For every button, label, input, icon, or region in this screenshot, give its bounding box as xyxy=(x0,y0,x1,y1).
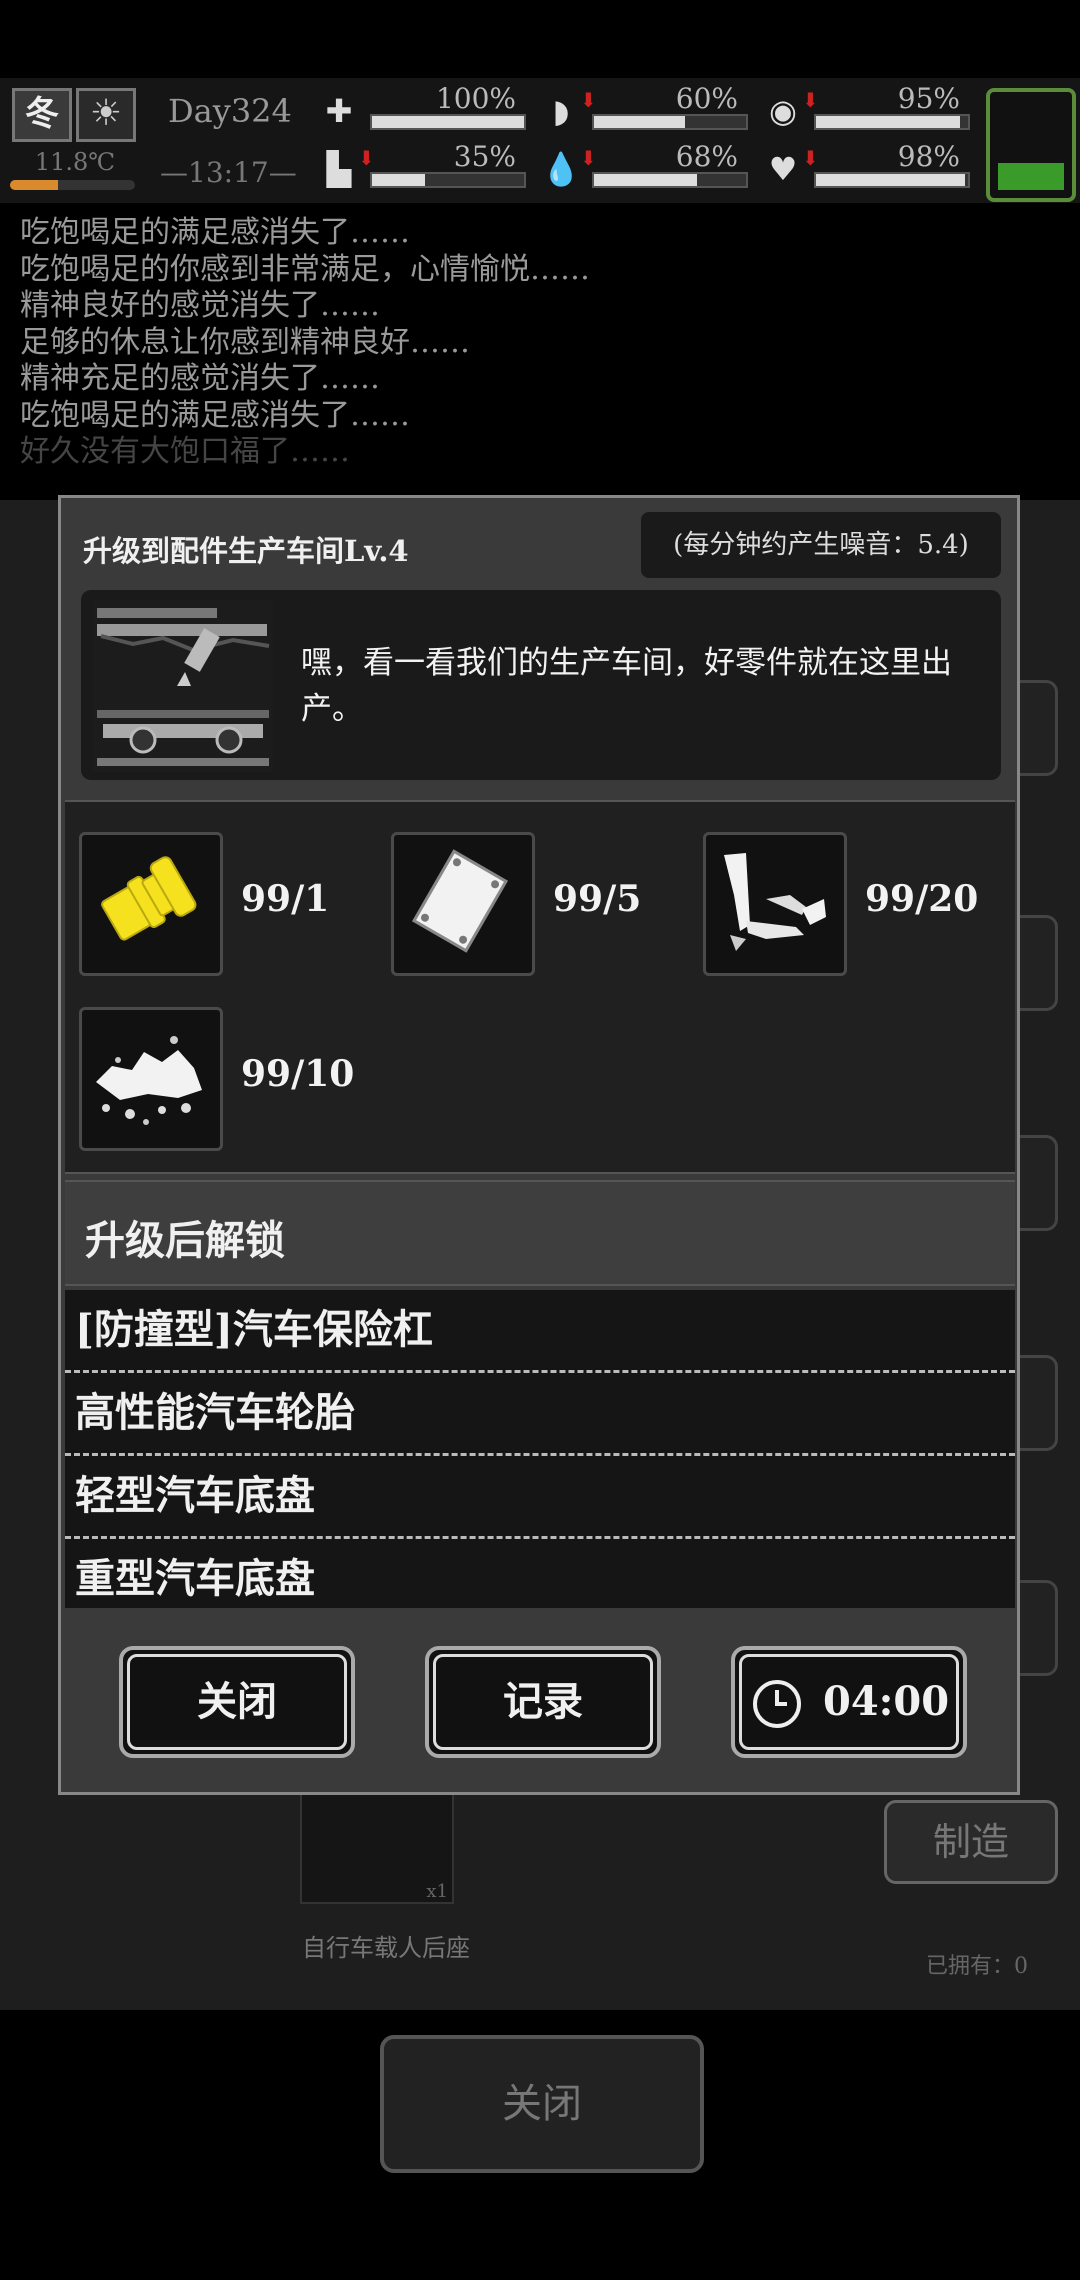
stat-stamina: ▙ ⬇ 35% xyxy=(318,140,528,196)
day-counter: Day324 xyxy=(168,92,292,130)
list-item: 高性能汽车轮胎 xyxy=(65,1373,1015,1456)
record-button[interactable]: 记录 xyxy=(425,1646,661,1758)
list-item: [防撞型]汽车保险杠 xyxy=(65,1290,1015,1373)
bolt-icon xyxy=(79,832,223,976)
log-line: 精神充足的感觉消失了…… xyxy=(20,361,380,396)
upgrade-timer-button[interactable]: 04:00 xyxy=(731,1646,967,1758)
log-line: 吃饱喝足的满足感消失了…… xyxy=(20,215,410,250)
description-box: 嘿，看一看我们的生产车间，好零件就在这里出产。 xyxy=(81,590,1001,780)
unlock-list: [防撞型]汽车保险杠 高性能汽车轮胎 轻型汽车底盘 重型汽车底盘 xyxy=(65,1290,1015,1608)
material-slot[interactable]: 99/10 xyxy=(73,1007,363,1151)
material-slot[interactable]: 99/1 xyxy=(73,832,363,976)
noise-info: (每分钟约产生噪音：5.4) xyxy=(641,512,1001,578)
dialog-title: 升级到配件生产车间Lv.4 xyxy=(83,534,409,568)
energy-icon: ◉ xyxy=(769,92,797,130)
falling-arrow-icon: ⬇ xyxy=(580,88,597,112)
material-slot[interactable]: 99/5 xyxy=(385,832,675,976)
falling-arrow-icon: ⬇ xyxy=(802,88,819,112)
log-line: 吃饱喝足的你感到非常满足，心情愉悦…… xyxy=(20,251,590,287)
metal-sheet-icon xyxy=(391,832,535,976)
materials-grid: 99/1 99/5 99/20 99/10 xyxy=(65,800,1015,1174)
owned-count: 已拥有：0 xyxy=(926,1954,1028,1979)
description-text: 嘿，看一看我们的生产车间，好零件就在这里出产。 xyxy=(301,645,952,727)
falling-arrow-icon: ⬇ xyxy=(802,146,819,170)
stat-thirst: 💧 ⬇ 68% xyxy=(540,140,750,196)
health-icon: ✚ xyxy=(325,92,353,130)
water-drop-icon: 💧 xyxy=(541,150,581,188)
material-slot[interactable]: 99/20 xyxy=(697,832,987,976)
battery-icon[interactable] xyxy=(986,88,1076,202)
scrap-parts-icon xyxy=(703,832,847,976)
unlock-header: 升级后解锁 xyxy=(65,1180,1015,1286)
gravel-icon xyxy=(79,1007,223,1151)
log-line: 好久没有大饱口福了…… xyxy=(20,434,350,469)
stat-hunger: ◗ ⬇ 60% xyxy=(540,82,750,138)
message-log: 吃饱喝足的满足感消失了…… 吃饱喝足的你感到非常满足，心情愉悦…… 精神良好的感… xyxy=(20,215,1070,471)
close-button[interactable]: 关闭 xyxy=(119,1646,355,1758)
log-line: 吃饱喝足的满足感消失了…… xyxy=(20,397,410,433)
sun-icon: ☀ xyxy=(76,88,136,142)
falling-arrow-icon: ⬇ xyxy=(580,146,597,170)
log-line: 足够的休息让你感到精神良好…… xyxy=(20,324,470,360)
heart-icon: ♥ xyxy=(768,150,798,188)
falling-arrow-icon: ⬇ xyxy=(358,146,375,170)
recipe-name: 自行车载人后座 xyxy=(302,1934,470,1962)
temperature-bar xyxy=(10,180,135,190)
temperature-label: 11.8℃ xyxy=(34,148,116,176)
workshop-illustration xyxy=(93,600,273,772)
stat-health: ✚ 100% xyxy=(318,82,528,138)
season-badge: 冬 xyxy=(12,88,72,142)
clock-icon xyxy=(753,1680,801,1728)
recipe-item-thumbnail: x1 xyxy=(300,1790,454,1904)
list-item: 轻型汽车底盘 xyxy=(65,1456,1015,1539)
game-clock: —13:17— xyxy=(160,156,297,189)
stat-mood: ♥ ⬇ 98% xyxy=(762,140,972,196)
list-item: 重型汽车底盘 xyxy=(75,1555,315,1602)
craft-button[interactable]: 制造 xyxy=(884,1800,1058,1884)
background-close-button[interactable]: 关闭 xyxy=(380,2035,704,2173)
stat-energy: ◉ ⬇ 95% xyxy=(762,82,972,138)
stomach-icon: ◗ xyxy=(552,92,570,130)
upgrade-dialog: 升级到配件生产车间Lv.4 (每分钟约产生噪音：5.4) 嘿，看一看我们的生产车… xyxy=(58,495,1020,1795)
foot-icon: ▙ xyxy=(326,150,352,188)
log-line: 精神良好的感觉消失了…… xyxy=(20,288,380,323)
